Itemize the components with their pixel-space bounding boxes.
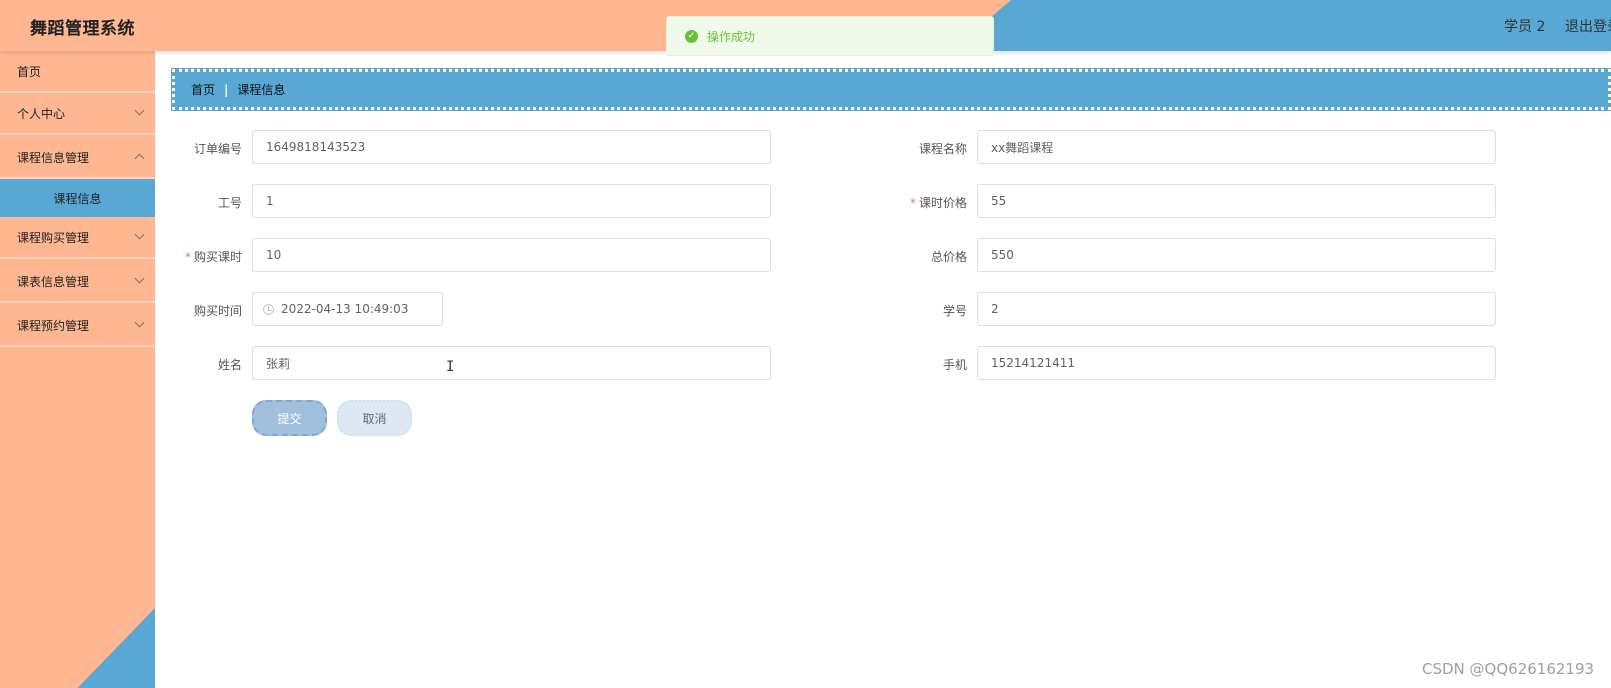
sidebar-item-label: 首页 xyxy=(17,64,42,79)
text-cursor-icon: I xyxy=(446,359,455,375)
purchased-hours-value: 10 xyxy=(266,248,282,262)
student-no-value: 2 xyxy=(991,302,999,316)
clock-icon xyxy=(263,303,274,315)
submit-button[interactable]: 提交 xyxy=(252,400,327,436)
name-value: 张莉 xyxy=(266,356,291,371)
student-no-field[interactable]: 2 xyxy=(977,292,1496,326)
toast-message: 操作成功 xyxy=(707,29,756,44)
app-title: 舞蹈管理系统 xyxy=(30,19,135,39)
sidebar-item-home[interactable]: 首页 xyxy=(0,51,155,93)
total-price-label: 总价格 xyxy=(930,250,967,264)
order-no-value: 1649818143523 xyxy=(266,140,366,154)
breadcrumb-current: 课程信息 xyxy=(237,83,286,97)
purchase-time-value: 2022-04-13 10:49:03 xyxy=(281,302,409,316)
required-mark: * xyxy=(909,196,916,210)
lesson-price-label: * 课时价格 xyxy=(867,194,967,211)
sidebar: 首页 个人中心 课程信息管理 课程信息 课程购买管理 课表信息管理 课程预约管理 xyxy=(0,51,155,688)
lesson-price-label-text: 课时价格 xyxy=(918,196,967,210)
sidebar-item-booking-management[interactable]: 课程预约管理 xyxy=(0,305,155,347)
phone-field[interactable]: 15214121411 xyxy=(977,346,1496,380)
required-mark: * xyxy=(184,250,191,264)
purchase-time-picker[interactable]: 2022-04-13 10:49:03 xyxy=(252,292,443,326)
breadcrumb-separator: | xyxy=(224,82,229,97)
sidebar-item-course-info-management[interactable]: 课程信息管理 xyxy=(0,137,155,179)
cancel-button[interactable]: 取消 xyxy=(337,400,412,436)
sidebar-item-label: 课程预约管理 xyxy=(17,318,90,333)
sidebar-subitem-label: 课程信息 xyxy=(53,191,102,206)
breadcrumb: 首页 | 课程信息 xyxy=(171,68,1611,111)
course-name-value: xx舞蹈课程 xyxy=(991,140,1054,155)
total-price-field[interactable]: 550 xyxy=(977,238,1496,272)
sidebar-item-label: 课程购买管理 xyxy=(17,230,90,245)
phone-value: 15214121411 xyxy=(991,356,1075,370)
staff-no-value: 1 xyxy=(266,194,274,208)
order-no-label: 订单编号 xyxy=(193,142,242,156)
user-name: 学员 2 xyxy=(1504,19,1546,35)
total-price-value: 550 xyxy=(991,248,1014,262)
purchase-time-label: 购买时间 xyxy=(193,304,242,318)
success-check-icon: ✓ xyxy=(685,29,698,43)
lesson-price-value: 55 xyxy=(991,194,1007,208)
logout-link[interactable]: 退出登录 xyxy=(1565,16,1611,36)
sidebar-item-schedule-management[interactable]: 课表信息管理 xyxy=(0,261,155,303)
watermark: CSDN @QQ626162193 xyxy=(1422,660,1595,678)
purchased-hours-label-text: 购买课时 xyxy=(193,250,242,264)
sidebar-subitem-course-info[interactable]: 课程信息 xyxy=(0,179,155,217)
staff-no-label: 工号 xyxy=(217,196,242,210)
name-field[interactable]: 张莉 xyxy=(252,346,771,380)
order-no-field[interactable]: 1649818143523 xyxy=(252,130,771,164)
chevron-down-icon xyxy=(134,317,145,328)
student-no-label: 学号 xyxy=(942,304,967,318)
lesson-price-field[interactable]: 55 xyxy=(977,184,1496,218)
sidebar-item-personal-center[interactable]: 个人中心 xyxy=(0,93,155,135)
breadcrumb-home[interactable]: 首页 xyxy=(191,81,215,98)
sidebar-item-course-purchase-management[interactable]: 课程购买管理 xyxy=(0,217,155,259)
sidebar-item-label: 个人中心 xyxy=(17,106,66,121)
phone-label: 手机 xyxy=(942,358,967,372)
sidebar-decoration xyxy=(77,608,155,688)
purchased-hours-field[interactable]: 10 xyxy=(252,238,771,272)
chevron-down-icon xyxy=(134,229,145,240)
sidebar-item-label: 课表信息管理 xyxy=(17,274,90,289)
name-label: 姓名 xyxy=(217,358,242,372)
success-toast: ✓ 操作成功 xyxy=(666,16,994,56)
staff-no-field[interactable]: 1 xyxy=(252,184,771,218)
sidebar-item-label: 课程信息管理 xyxy=(17,150,90,165)
course-name-label: 课程名称 xyxy=(918,142,967,156)
chevron-down-icon xyxy=(134,273,145,284)
chevron-down-icon xyxy=(134,105,145,116)
purchased-hours-label: * 购买课时 xyxy=(142,248,242,265)
course-name-field[interactable]: xx舞蹈课程 xyxy=(977,130,1496,164)
